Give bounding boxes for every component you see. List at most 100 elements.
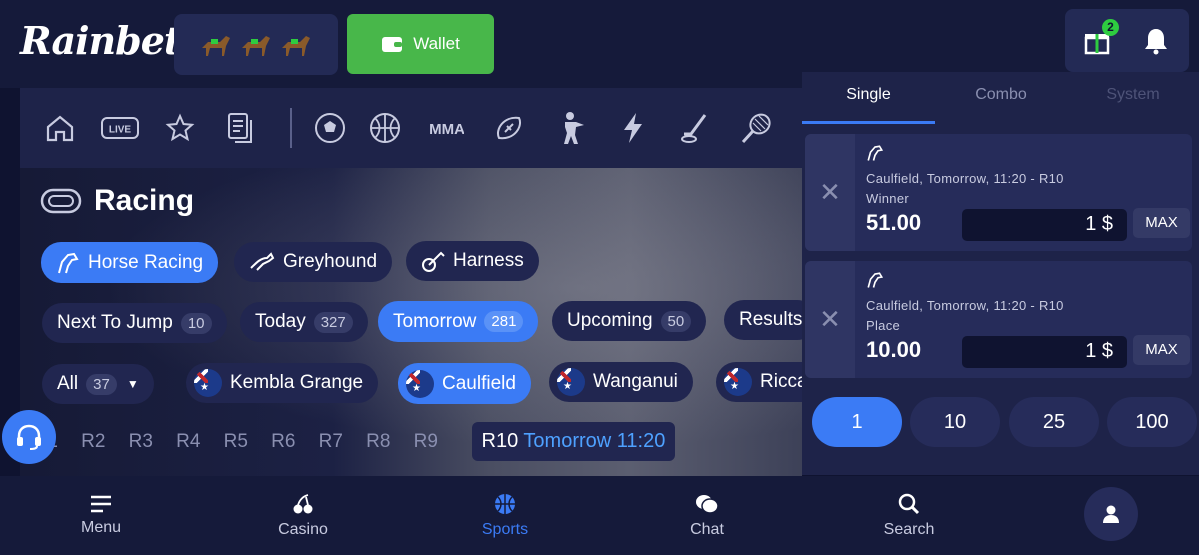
page-title: Racing: [94, 184, 195, 217]
bet-event: Caulfield, Tomorrow, 11:20 - R10: [866, 171, 1064, 186]
lightning-icon[interactable]: [602, 104, 664, 152]
notification-count-badge: 2: [1102, 19, 1119, 36]
menu-icon: [91, 495, 111, 512]
hockey-icon[interactable]: [664, 104, 726, 152]
race-tab[interactable]: R4: [165, 431, 213, 453]
betslip-icon[interactable]: [204, 104, 276, 152]
nav-label: Chat: [690, 520, 724, 538]
filter-label: Today: [255, 311, 306, 332]
star-icon[interactable]: [156, 104, 204, 152]
soccer-icon[interactable]: [306, 104, 354, 152]
race-tab[interactable]: R3: [117, 431, 165, 453]
filter-count: 327: [313, 311, 353, 333]
american-football-icon[interactable]: [478, 104, 540, 152]
bottom-navigation: Menu Casino Sports Chat Search: [0, 476, 1199, 555]
racing-promo-banner[interactable]: [174, 14, 338, 75]
tab-horse-racing[interactable]: Horse Racing: [41, 242, 219, 283]
venue-label: Ricca: [760, 371, 802, 392]
greyhound-icon: [250, 252, 275, 271]
search-icon: [898, 493, 920, 514]
category-divider: [290, 108, 292, 148]
australia-flag-icon: [406, 369, 434, 398]
filter-count: 50: [660, 310, 692, 332]
race-selector: R1 R2 R3 R4 R5 R6 R7 R8 R9 R10 Tomorrow …: [22, 422, 676, 461]
current-race-tab[interactable]: R10 Tomorrow 11:20: [471, 422, 676, 461]
new-zealand-flag-icon: [557, 368, 585, 396]
tab-harness[interactable]: Harness: [406, 241, 539, 281]
tab-label: Horse Racing: [88, 251, 204, 273]
quick-stake-25[interactable]: 25: [1009, 397, 1099, 447]
filter-today[interactable]: Today 327: [240, 302, 368, 342]
quick-stake-100[interactable]: 100: [1107, 397, 1197, 447]
quick-stake-10[interactable]: 10: [910, 397, 1000, 447]
bet-event: Caulfield, Tomorrow, 11:20 - R10: [866, 298, 1064, 313]
nav-casino[interactable]: Casino: [202, 476, 404, 555]
filter-results[interactable]: Results: [724, 300, 802, 340]
filter-tomorrow[interactable]: Tomorrow 281: [378, 301, 539, 342]
tab-greyhound[interactable]: Greyhound: [234, 242, 393, 282]
bet-market: Winner: [866, 191, 909, 206]
australia-flag-icon: [194, 369, 222, 397]
race-tab[interactable]: R5: [212, 431, 260, 453]
max-stake-button[interactable]: MAX: [1133, 208, 1190, 238]
nav-sports[interactable]: Sports: [404, 476, 606, 555]
wallet-icon: [382, 37, 403, 52]
filter-count: 281: [484, 311, 524, 332]
tennis-icon[interactable]: [726, 104, 788, 152]
race-tab[interactable]: R8: [355, 431, 403, 453]
tab-combo[interactable]: Combo: [935, 72, 1067, 124]
filter-upcoming[interactable]: Upcoming 50: [552, 301, 707, 341]
basketball-icon: [495, 493, 515, 514]
profile-button[interactable]: [1084, 487, 1138, 541]
race-time: Tomorrow 11:20: [523, 430, 666, 452]
venue-caulfield[interactable]: Caulfield: [398, 363, 531, 404]
venue-ricca[interactable]: Ricca: [716, 362, 802, 402]
country-dropdown[interactable]: All 37 ▼: [42, 364, 154, 404]
svg-text:LIVE: LIVE: [109, 125, 132, 136]
bet-odds: 51.00: [866, 210, 922, 235]
sport-category-bar: LIVE MMA: [20, 88, 802, 168]
stake-input[interactable]: 1 $: [962, 209, 1127, 241]
bet-market: Place: [866, 318, 901, 333]
race-tab[interactable]: R6: [260, 431, 308, 453]
venue-label: Wanganui: [593, 371, 678, 392]
cherries-icon: [293, 493, 313, 513]
support-chat-button[interactable]: [2, 410, 56, 464]
bell-icon[interactable]: [1143, 27, 1169, 55]
quick-stake-1[interactable]: 1: [812, 397, 902, 447]
nav-menu[interactable]: Menu: [0, 476, 202, 555]
race-number: R10: [481, 430, 519, 452]
race-tab[interactable]: R2: [70, 431, 118, 453]
home-icon[interactable]: [36, 104, 84, 152]
headset-icon: [17, 424, 41, 450]
nav-search[interactable]: Search: [808, 476, 1010, 555]
nav-label: Sports: [481, 520, 529, 538]
race-tab[interactable]: R9: [402, 431, 450, 453]
betslip-tabs: Single Combo System: [802, 72, 1199, 124]
remove-bet-button[interactable]: ✕: [805, 134, 855, 251]
race-tab[interactable]: R7: [307, 431, 355, 453]
venue-wanganui[interactable]: Wanganui: [549, 362, 693, 402]
max-stake-button[interactable]: MAX: [1133, 335, 1190, 365]
live-icon[interactable]: LIVE: [84, 104, 156, 152]
rainbet-logo[interactable]: Rainbet: [20, 18, 181, 63]
esports-icon[interactable]: [540, 104, 602, 152]
tab-system[interactable]: System: [1067, 72, 1199, 124]
nav-chat[interactable]: Chat: [606, 476, 808, 555]
betslip-panel: Single Combo System ✕ Caulfield, Tomorro…: [802, 72, 1199, 475]
stake-input[interactable]: 1 $: [962, 336, 1127, 368]
racetrack-icon: [40, 188, 82, 214]
horse-icon: [282, 35, 310, 56]
mma-icon[interactable]: MMA: [416, 104, 478, 152]
tab-single[interactable]: Single: [802, 72, 935, 124]
horse-head-icon: [867, 145, 884, 161]
filter-next-to-jump[interactable]: Next To Jump 10: [42, 303, 227, 343]
remove-bet-button[interactable]: ✕: [805, 261, 855, 378]
bet-odds: 10.00: [866, 337, 922, 362]
sports-content: LIVE MMA Racing Horse Racing Greyhound H…: [20, 88, 802, 476]
basketball-icon[interactable]: [354, 104, 416, 152]
wallet-button[interactable]: Wallet: [347, 14, 494, 74]
filter-label: Tomorrow: [393, 310, 477, 332]
venue-kembla-grange[interactable]: Kembla Grange: [186, 363, 379, 403]
filter-label: Results: [739, 309, 802, 330]
